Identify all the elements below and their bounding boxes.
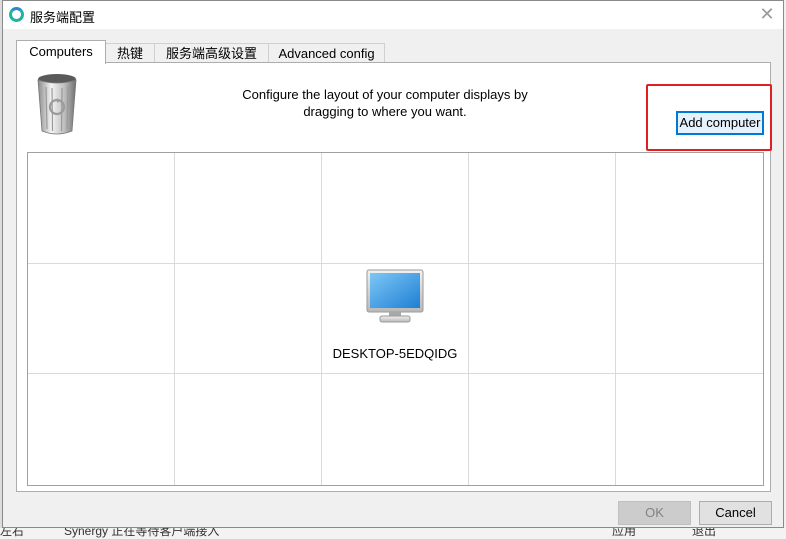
tab-hotkeys[interactable]: 热键 [105, 43, 155, 63]
synergy-app-icon [9, 7, 24, 22]
grid-cell[interactable] [175, 374, 322, 485]
grid-cell[interactable] [469, 374, 616, 485]
background-quit-text: 退出 [692, 528, 717, 538]
grid-cell[interactable] [28, 263, 175, 375]
tab-computers[interactable]: Computers [16, 40, 106, 64]
background-text-left: 左右 [0, 528, 25, 538]
grid-cell[interactable] [469, 263, 616, 375]
grid-cell[interactable] [322, 153, 469, 264]
close-icon[interactable]: ✕ [757, 4, 777, 24]
instructions-line-2: dragging to where you want. [303, 104, 467, 119]
server-config-dialog: 服务端配置 ✕ Computers 热键 服务端高级设置 Advanced co… [2, 0, 784, 528]
computer-item[interactable]: DESKTOP-5EDQIDG [322, 264, 468, 374]
add-computer-button[interactable]: Add computer [676, 111, 764, 135]
cancel-button[interactable]: Cancel [699, 501, 772, 525]
ok-button[interactable]: OK [618, 501, 691, 525]
background-status-text: Synergy 正在等待客户端接入 [64, 528, 220, 538]
background-app-strip: 左右 Synergy 正在等待客户端接入 应用 退出 [0, 528, 786, 539]
layout-instructions: Configure the layout of your computer di… [197, 86, 573, 120]
grid-cell[interactable] [175, 263, 322, 375]
grid-cell[interactable] [469, 153, 616, 264]
grid-cell[interactable] [616, 153, 763, 264]
computer-name-label: DESKTOP-5EDQIDG [332, 345, 458, 361]
computers-panel: Configure the layout of your computer di… [16, 62, 772, 492]
background-apply-text: 应用 [612, 528, 637, 538]
tab-server-advanced[interactable]: 服务端高级设置 [154, 43, 269, 63]
title-bar: 服务端配置 ✕ [3, 1, 783, 29]
trash-icon[interactable] [33, 71, 81, 137]
grid-cell[interactable] [616, 264, 763, 375]
tab-advanced-config[interactable]: Advanced config [268, 43, 385, 63]
window-title: 服务端配置 [30, 10, 96, 25]
instructions-line-1: Configure the layout of your computer di… [242, 87, 528, 102]
grid-cell[interactable] [175, 153, 322, 264]
grid-cell-center[interactable]: DESKTOP-5EDQIDG [322, 263, 469, 375]
grid-cell[interactable] [616, 374, 763, 485]
monitor-icon [366, 269, 424, 323]
grid-cell[interactable] [28, 153, 175, 264]
grid-cell[interactable] [322, 374, 469, 485]
screen-layout-grid: DESKTOP-5EDQIDG [27, 152, 764, 486]
grid-cell[interactable] [28, 374, 175, 485]
